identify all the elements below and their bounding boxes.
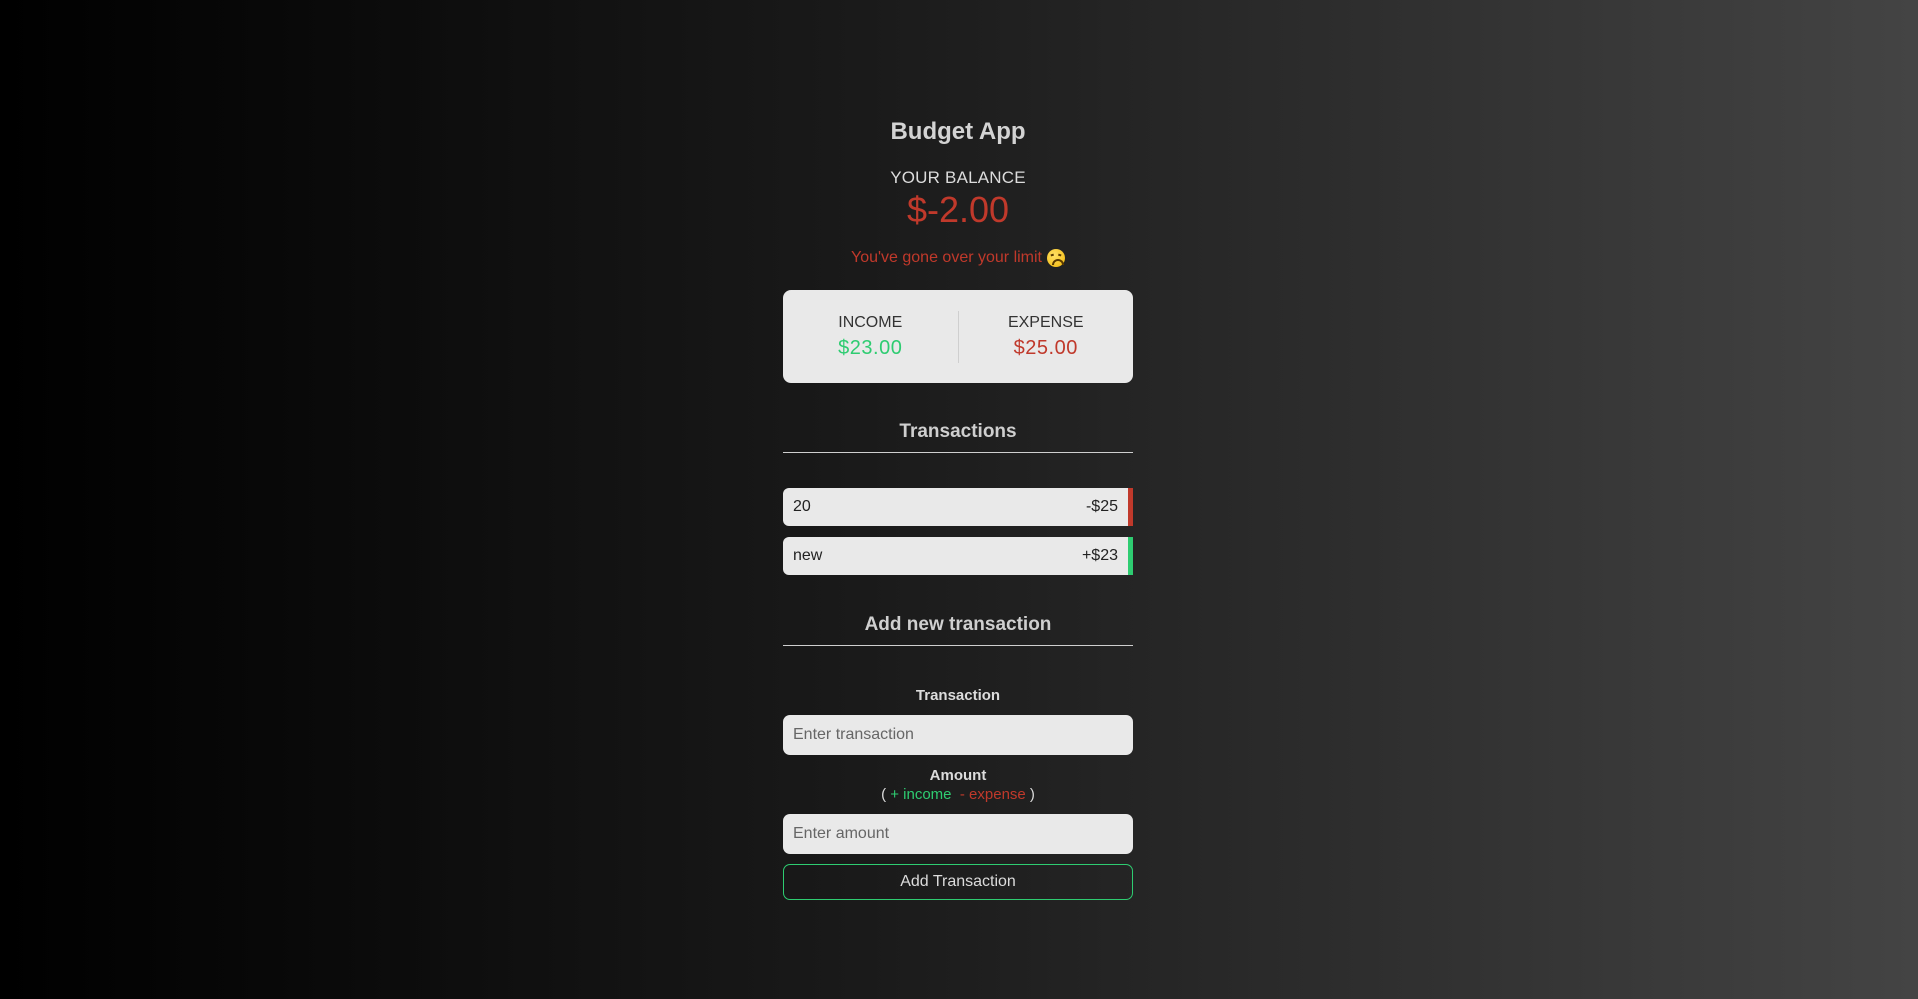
transaction-amount: +$23 — [1081, 547, 1118, 564]
income-summary: INCOME $23.00 — [783, 313, 958, 360]
transaction-item[interactable]: 20 -$25 — [783, 488, 1133, 526]
expense-label: EXPENSE — [1007, 314, 1084, 331]
income-value: $23.00 — [838, 337, 903, 359]
balance-label: YOUR BALANCE — [890, 168, 1026, 187]
income-label: INCOME — [838, 314, 903, 331]
transaction-field-label: Transaction — [915, 687, 1001, 704]
transaction-list: 20 -$25 new +$23 — [783, 488, 1133, 586]
expense-summary: EXPENSE $25.00 — [959, 313, 1134, 360]
transaction-name: 20 — [793, 498, 811, 515]
transaction-amount: -$25 — [1085, 498, 1118, 515]
expense-value: $25.00 — [1013, 337, 1078, 359]
tired-face-icon — [1047, 249, 1065, 267]
over-limit-text: You've gone over your limit — [850, 249, 1042, 266]
amount-hint: ( + income - expense ) — [881, 786, 1035, 804]
transaction-name: new — [793, 547, 823, 564]
app-title: Budget App — [890, 118, 1026, 145]
transactions-heading: Transactions — [783, 421, 1133, 453]
transaction-item[interactable]: new +$23 — [783, 537, 1133, 575]
over-limit-message: You've gone over your limit — [851, 248, 1065, 268]
add-transaction-heading: Add new transaction — [783, 614, 1133, 646]
balance-value: $-2.00 — [906, 189, 1010, 230]
hint-expense: - expense — [959, 786, 1026, 803]
hint-open-paren: ( — [881, 786, 887, 803]
transaction-input[interactable] — [783, 715, 1133, 755]
hint-income: + income — [890, 786, 952, 803]
budget-app: Budget App YOUR BALANCE $-2.00 You've go… — [783, 110, 1133, 900]
income-expense-card: INCOME $23.00 EXPENSE $25.00 — [783, 290, 1133, 383]
amount-input[interactable] — [783, 814, 1133, 854]
amount-field-label: Amount — [929, 767, 987, 784]
add-transaction-button[interactable]: Add Transaction — [783, 864, 1133, 900]
hint-close-paren: ) — [1029, 786, 1035, 803]
